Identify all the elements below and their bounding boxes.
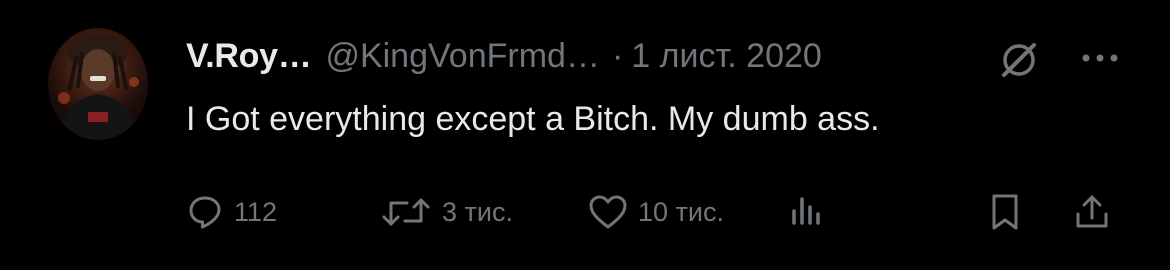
reply-button[interactable]: 112 xyxy=(186,190,277,234)
tweet-text: I Got everything except a Bitch. My dumb… xyxy=(186,100,880,138)
tweet-date[interactable]: 1 лист. 2020 xyxy=(631,34,822,78)
views-button[interactable] xyxy=(786,190,828,234)
display-name[interactable]: V.Roy… xyxy=(186,34,312,78)
more-icon[interactable] xyxy=(1078,48,1122,68)
avatar-image xyxy=(58,34,139,140)
reply-count: 112 xyxy=(234,196,278,227)
like-count: 10 тис. xyxy=(638,196,724,227)
bookmark-button[interactable] xyxy=(986,190,1024,234)
grok-icon[interactable] xyxy=(996,37,1042,83)
like-button[interactable]: 10 тис. xyxy=(588,190,724,234)
tweet[interactable]: V.Roy… @KingVonFrmd… · 1 лист. 2020 I Go… xyxy=(0,0,1170,270)
bookmark-icon xyxy=(992,194,1018,230)
retweet-icon xyxy=(382,198,430,226)
share-button[interactable] xyxy=(1072,190,1112,234)
avatar[interactable] xyxy=(48,28,148,140)
retweet-count: 3 тис. xyxy=(442,196,513,227)
share-icon xyxy=(1076,195,1108,228)
separator-dot: · xyxy=(611,37,624,75)
user-handle[interactable]: @KingVonFrmd… xyxy=(325,34,600,78)
reply-icon xyxy=(189,196,221,229)
tweet-header: V.Roy… @KingVonFrmd… · 1 лист. 2020 xyxy=(186,34,822,78)
retweet-button[interactable]: 3 тис. xyxy=(380,190,513,234)
bar-chart-icon xyxy=(792,197,820,225)
heart-icon xyxy=(589,195,627,229)
